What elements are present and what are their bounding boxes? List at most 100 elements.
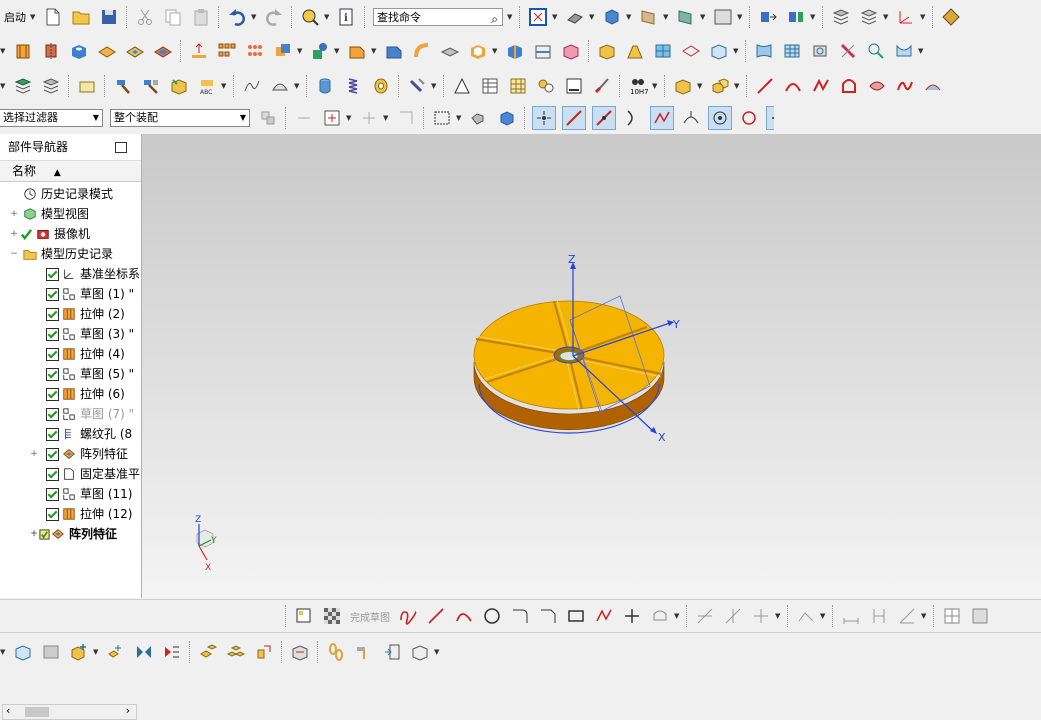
sweep-tool-icon[interactable] [411, 40, 433, 62]
visibility-checkbox[interactable] [46, 347, 59, 361]
layer-stack-icon[interactable] [12, 75, 34, 97]
link-assembly-icon[interactable] [353, 641, 375, 663]
add-component-icon[interactable] [168, 75, 190, 97]
emboss-tool-icon[interactable] [188, 40, 210, 62]
circles-icon[interactable] [535, 75, 557, 97]
wcs-icon[interactable] [895, 6, 917, 28]
general-selection-icon[interactable] [293, 107, 315, 129]
expand-icon[interactable]: + [10, 204, 18, 224]
tree-item-extrude-12[interactable]: 拉伸 (12) [46, 504, 132, 524]
assembly-scope-dropdown[interactable]: 整个装配 ▼ [110, 109, 250, 127]
shape-studio-icon[interactable] [269, 75, 291, 97]
constraint-icon[interactable] [161, 641, 183, 663]
surface-tool-icon[interactable] [652, 40, 674, 62]
tree-item-extrude-6[interactable]: 拉伸 (6) [46, 384, 125, 404]
selection-filter-dropdown[interactable]: 选择过滤器 ▼ [0, 109, 103, 127]
rapid-dimension-icon[interactable] [868, 605, 890, 627]
pocket-tool-icon[interactable] [124, 40, 146, 62]
midpoint-snap-icon[interactable] [592, 106, 616, 130]
hole-tool-icon[interactable] [68, 40, 90, 62]
tree-item-model-history[interactable]: − 模型历史记录 [10, 244, 113, 264]
profile-sketch-icon[interactable] [397, 605, 419, 627]
interference-check-icon[interactable] [381, 641, 403, 663]
grid-edit-icon[interactable] [507, 75, 529, 97]
tree-item-datum-csys[interactable]: 基准坐标系 [46, 264, 140, 284]
ruled-surface-icon[interactable] [809, 40, 831, 62]
mirror-assembly-icon[interactable] [133, 641, 155, 663]
revolve-tool-icon[interactable] [40, 40, 62, 62]
component-pattern-icon[interactable] [225, 641, 247, 663]
offset-sketch-icon[interactable] [649, 605, 671, 627]
pad-tool-icon[interactable] [152, 40, 174, 62]
mate-component-icon[interactable] [105, 641, 127, 663]
layer-settings-icon[interactable] [830, 6, 852, 28]
arc-tool-icon[interactable] [782, 75, 804, 97]
tree-item-pattern-feature-1[interactable]: + 阵列特征 [30, 444, 128, 464]
open-folder-icon[interactable] [70, 6, 92, 28]
extract-body-icon[interactable] [560, 40, 582, 62]
collapse-icon[interactable]: − [10, 244, 18, 264]
intersection-snap-icon[interactable] [650, 106, 674, 130]
visibility-checkbox[interactable] [46, 387, 59, 401]
snap-toggle-icon[interactable] [532, 106, 556, 130]
point-icon[interactable] [621, 605, 643, 627]
command-finder-icon[interactable] [299, 6, 321, 28]
shell-tool-icon[interactable] [467, 40, 489, 62]
visibility-checkbox[interactable] [46, 367, 59, 381]
visibility-checkbox[interactable] [46, 487, 59, 501]
split-body-icon[interactable] [532, 40, 554, 62]
blend-tool-icon[interactable] [383, 40, 405, 62]
sketch-circle-icon[interactable] [481, 605, 503, 627]
redo-icon[interactable] [263, 6, 285, 28]
visibility-checkbox[interactable] [46, 327, 59, 341]
endpoint-snap-icon[interactable] [562, 106, 586, 130]
wave-geometry-icon[interactable] [289, 641, 311, 663]
name-column-header[interactable]: 名称 ▲ [0, 161, 141, 182]
move-object-icon[interactable] [757, 6, 779, 28]
reposition-icon[interactable] [785, 6, 807, 28]
tree-item-sketch-3[interactable]: 草图 (3) " [46, 324, 134, 344]
chain-link-icon[interactable] [325, 641, 347, 663]
tree-item-datum-plane[interactable]: 固定基准平 [46, 464, 140, 484]
expand-icon[interactable]: + [10, 224, 18, 244]
quick-trim-icon[interactable] [694, 605, 716, 627]
tree-item-sketch-7[interactable]: 草图 (7) " [46, 404, 134, 424]
visibility-checkbox[interactable] [46, 287, 59, 301]
trim-body-icon[interactable] [504, 40, 526, 62]
quick-extend-icon[interactable] [722, 605, 744, 627]
tree-item-history-mode[interactable]: 历史记录模式 [22, 184, 113, 204]
sheet-icon[interactable] [563, 75, 585, 97]
undo-icon[interactable] [226, 6, 248, 28]
paste-icon[interactable] [190, 6, 212, 28]
mesh-surface-icon[interactable] [781, 40, 803, 62]
copy-icon[interactable] [162, 6, 184, 28]
tree-item-sketch-1[interactable]: 草图 (1) " [46, 284, 134, 304]
add-component-small-icon[interactable] [68, 641, 90, 663]
spring-icon[interactable] [342, 75, 364, 97]
rectangle-icon[interactable] [565, 605, 587, 627]
tree-item-extrude-2[interactable]: 拉伸 (2) [46, 304, 125, 324]
tree-item-sketch-11[interactable]: 草图 (11) [46, 484, 132, 504]
information-icon[interactable]: i [336, 6, 358, 28]
bridge-curve-icon[interactable] [894, 75, 916, 97]
fillet-icon[interactable] [509, 605, 531, 627]
background-icon[interactable] [638, 6, 660, 28]
scrollbar-thumb[interactable] [25, 707, 49, 717]
fit-tolerance-icon[interactable]: 10H7 [627, 75, 649, 97]
box-tool-icon[interactable] [596, 40, 618, 62]
triangle-icon[interactable] [451, 75, 473, 97]
text-tool-icon[interactable]: ABC [196, 75, 218, 97]
array-tool-icon[interactable] [244, 40, 266, 62]
finish-sketch-button[interactable]: 完成草图 [350, 609, 390, 624]
quadrant-snap-icon[interactable] [738, 107, 760, 129]
tree-item-pattern-feature-2[interactable]: + 阵列特征 [30, 524, 117, 544]
curve-surface-icon[interactable] [866, 75, 888, 97]
tree-item-model-views[interactable]: + 模型视图 [10, 204, 89, 224]
shapes-tool-icon[interactable] [309, 40, 331, 62]
expand-icon[interactable]: + [30, 444, 38, 464]
chamfer-tool-icon[interactable] [346, 40, 368, 62]
profile-icon[interactable] [838, 75, 860, 97]
offset-face-icon[interactable] [439, 40, 461, 62]
dimension-icon[interactable] [840, 605, 862, 627]
cut-icon[interactable] [134, 6, 156, 28]
